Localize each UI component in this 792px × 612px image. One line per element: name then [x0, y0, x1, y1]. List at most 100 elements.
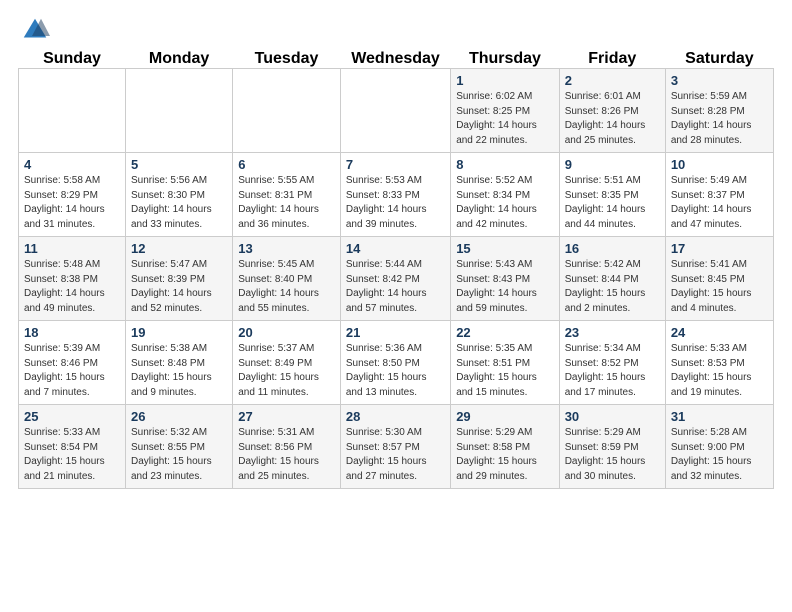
day-info: Sunrise: 5:33 AM Sunset: 8:53 PM Dayligh…	[671, 342, 768, 400]
calendar-cell: 2Sunrise: 6:01 AM Sunset: 8:26 PM Daylig…	[559, 69, 665, 153]
day-info: Sunrise: 5:59 AM Sunset: 8:28 PM Dayligh…	[671, 90, 768, 148]
calendar-cell: 18 Sunrise: 5:39 AM Sunset: 8:46 PM Dayli…	[19, 321, 126, 405]
calendar-week-row: 4 Sunrise: 5:58 AM Sunset: 8:29 PM Daylig…	[19, 153, 774, 237]
calendar-cell: 3 Sunrise: 5:59 AM Sunset: 8:28 PM Daylig…	[665, 69, 773, 153]
day-info: Sunrise: 5:36 AM Sunset: 8:50 PM Dayligh…	[346, 342, 445, 400]
calendar-cell: 14 Sunrise: 5:44 AM Sunset: 8:42 PM Dayli…	[340, 237, 450, 321]
day-number: 19	[131, 325, 227, 340]
day-number: 9	[565, 157, 660, 172]
calendar-cell	[233, 69, 341, 153]
calendar-cell: 5 Sunrise: 5:56 AM Sunset: 8:30 PM Daylig…	[125, 153, 232, 237]
day-number: 21	[346, 325, 445, 340]
calendar-body: 1Sunrise: 6:02 AM Sunset: 8:25 PM Daylig…	[19, 69, 774, 489]
day-number: 14	[346, 241, 445, 256]
calendar-cell: 22 Sunrise: 5:35 AM Sunset: 8:51 PM Dayli…	[451, 321, 560, 405]
calendar-cell: 27Sunrise: 5:31 AM Sunset: 8:56 PM Dayli…	[233, 405, 341, 489]
day-info: Sunrise: 5:32 AM Sunset: 8:55 PM Dayligh…	[131, 426, 227, 484]
day-info: Sunrise: 5:28 AM Sunset: 9:00 PM Dayligh…	[671, 426, 768, 484]
day-number: 5	[131, 157, 227, 172]
calendar-cell: 21 Sunrise: 5:36 AM Sunset: 8:50 PM Dayli…	[340, 321, 450, 405]
calendar-cell: 29 Sunrise: 5:29 AM Sunset: 8:58 PM Dayli…	[451, 405, 560, 489]
calendar-cell: 23 Sunrise: 5:34 AM Sunset: 8:52 PM Dayli…	[559, 321, 665, 405]
calendar-cell	[125, 69, 232, 153]
day-info: Sunrise: 5:31 AM Sunset: 8:56 PM Dayligh…	[238, 426, 335, 484]
day-number: 2	[565, 73, 660, 88]
day-number: 28	[346, 409, 445, 424]
day-info: Sunrise: 5:43 AM Sunset: 8:43 PM Dayligh…	[456, 258, 554, 316]
calendar-table: SundayMondayTuesdayWednesdayThursdayFrid…	[18, 50, 774, 489]
calendar-cell: 28Sunrise: 5:30 AM Sunset: 8:57 PM Dayli…	[340, 405, 450, 489]
calendar-week-row: 25Sunrise: 5:33 AM Sunset: 8:54 PM Dayli…	[19, 405, 774, 489]
day-number: 8	[456, 157, 554, 172]
calendar-cell: 11 Sunrise: 5:48 AM Sunset: 8:38 PM Dayli…	[19, 237, 126, 321]
day-number: 12	[131, 241, 227, 256]
day-info: Sunrise: 5:49 AM Sunset: 8:37 PM Dayligh…	[671, 174, 768, 232]
day-info: Sunrise: 5:45 AM Sunset: 8:40 PM Dayligh…	[238, 258, 335, 316]
day-info: Sunrise: 5:44 AM Sunset: 8:42 PM Dayligh…	[346, 258, 445, 316]
day-info: Sunrise: 5:35 AM Sunset: 8:51 PM Dayligh…	[456, 342, 554, 400]
day-info: Sunrise: 5:33 AM Sunset: 8:54 PM Dayligh…	[24, 426, 120, 484]
day-info: Sunrise: 5:47 AM Sunset: 8:39 PM Dayligh…	[131, 258, 227, 316]
header-friday: Friday	[559, 50, 665, 69]
day-number: 7	[346, 157, 445, 172]
day-info: Sunrise: 5:41 AM Sunset: 8:45 PM Dayligh…	[671, 258, 768, 316]
day-info: Sunrise: 5:48 AM Sunset: 8:38 PM Dayligh…	[24, 258, 120, 316]
day-info: Sunrise: 5:52 AM Sunset: 8:34 PM Dayligh…	[456, 174, 554, 232]
day-info: Sunrise: 5:55 AM Sunset: 8:31 PM Dayligh…	[238, 174, 335, 232]
header-sunday: Sunday	[19, 50, 126, 69]
day-info: Sunrise: 5:29 AM Sunset: 8:58 PM Dayligh…	[456, 426, 554, 484]
header-wednesday: Wednesday	[340, 50, 450, 69]
calendar-header: SundayMondayTuesdayWednesdayThursdayFrid…	[19, 50, 774, 69]
calendar-cell: 9 Sunrise: 5:51 AM Sunset: 8:35 PM Daylig…	[559, 153, 665, 237]
day-info: Sunrise: 5:42 AM Sunset: 8:44 PM Dayligh…	[565, 258, 660, 316]
calendar-cell: 19 Sunrise: 5:38 AM Sunset: 8:48 PM Dayli…	[125, 321, 232, 405]
day-number: 6	[238, 157, 335, 172]
day-number: 3	[671, 73, 768, 88]
calendar-cell: 10Sunrise: 5:49 AM Sunset: 8:37 PM Dayli…	[665, 153, 773, 237]
calendar-cell	[340, 69, 450, 153]
calendar-cell	[19, 69, 126, 153]
calendar-cell: 6 Sunrise: 5:55 AM Sunset: 8:31 PM Daylig…	[233, 153, 341, 237]
day-number: 24	[671, 325, 768, 340]
calendar-cell: 12 Sunrise: 5:47 AM Sunset: 8:39 PM Dayli…	[125, 237, 232, 321]
day-number: 22	[456, 325, 554, 340]
day-number: 29	[456, 409, 554, 424]
day-info: Sunrise: 5:56 AM Sunset: 8:30 PM Dayligh…	[131, 174, 227, 232]
day-number: 17	[671, 241, 768, 256]
day-number: 4	[24, 157, 120, 172]
calendar-week-row: 1Sunrise: 6:02 AM Sunset: 8:25 PM Daylig…	[19, 69, 774, 153]
day-info: Sunrise: 5:51 AM Sunset: 8:35 PM Dayligh…	[565, 174, 660, 232]
calendar-cell: 1Sunrise: 6:02 AM Sunset: 8:25 PM Daylig…	[451, 69, 560, 153]
day-number: 1	[456, 73, 554, 88]
header-saturday: Saturday	[665, 50, 773, 69]
day-number: 30	[565, 409, 660, 424]
logo	[20, 15, 54, 45]
calendar-cell: 31Sunrise: 5:28 AM Sunset: 9:00 PM Dayli…	[665, 405, 773, 489]
calendar-cell: 7 Sunrise: 5:53 AM Sunset: 8:33 PM Daylig…	[340, 153, 450, 237]
calendar-cell: 30Sunrise: 5:29 AM Sunset: 8:59 PM Dayli…	[559, 405, 665, 489]
calendar-cell: 4 Sunrise: 5:58 AM Sunset: 8:29 PM Daylig…	[19, 153, 126, 237]
calendar-cell: 20 Sunrise: 5:37 AM Sunset: 8:49 PM Dayli…	[233, 321, 341, 405]
day-number: 18	[24, 325, 120, 340]
day-number: 16	[565, 241, 660, 256]
logo-icon	[20, 15, 50, 45]
day-number: 13	[238, 241, 335, 256]
header-monday: Monday	[125, 50, 232, 69]
day-number: 26	[131, 409, 227, 424]
day-number: 15	[456, 241, 554, 256]
day-number: 20	[238, 325, 335, 340]
calendar-cell: 25Sunrise: 5:33 AM Sunset: 8:54 PM Dayli…	[19, 405, 126, 489]
calendar-cell: 8 Sunrise: 5:52 AM Sunset: 8:34 PM Daylig…	[451, 153, 560, 237]
day-info: Sunrise: 5:39 AM Sunset: 8:46 PM Dayligh…	[24, 342, 120, 400]
header-thursday: Thursday	[451, 50, 560, 69]
day-info: Sunrise: 5:34 AM Sunset: 8:52 PM Dayligh…	[565, 342, 660, 400]
day-info: Sunrise: 5:53 AM Sunset: 8:33 PM Dayligh…	[346, 174, 445, 232]
day-number: 11	[24, 241, 120, 256]
day-info: Sunrise: 5:58 AM Sunset: 8:29 PM Dayligh…	[24, 174, 120, 232]
calendar-cell: 24 Sunrise: 5:33 AM Sunset: 8:53 PM Dayli…	[665, 321, 773, 405]
day-number: 23	[565, 325, 660, 340]
calendar-cell: 15 Sunrise: 5:43 AM Sunset: 8:43 PM Dayli…	[451, 237, 560, 321]
day-info: Sunrise: 5:38 AM Sunset: 8:48 PM Dayligh…	[131, 342, 227, 400]
day-info: Sunrise: 5:37 AM Sunset: 8:49 PM Dayligh…	[238, 342, 335, 400]
header-row: SundayMondayTuesdayWednesdayThursdayFrid…	[19, 50, 774, 69]
